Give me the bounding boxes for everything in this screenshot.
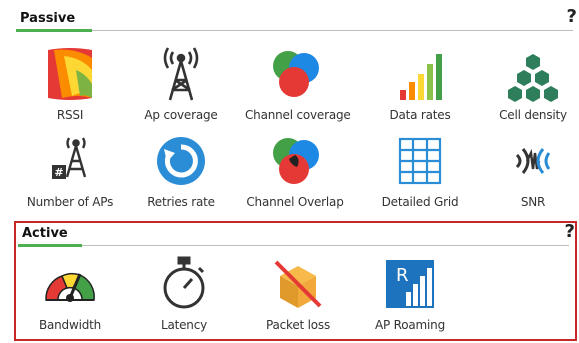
active-title: Active — [22, 226, 68, 241]
tool-snr-label: SNR — [520, 195, 546, 209]
tool-detailed-grid[interactable]: Detailed Grid — [370, 131, 470, 209]
stopwatch-icon — [154, 254, 214, 314]
speedometer-icon — [40, 254, 100, 314]
tool-cell-density[interactable]: Cell density — [483, 44, 579, 122]
passive-help-icon[interactable]: ? — [567, 6, 577, 27]
tool-rssi[interactable]: RSSI — [20, 44, 120, 122]
tool-bandwidth[interactable]: Bandwidth — [20, 254, 120, 332]
tool-latency-label: Latency — [160, 318, 208, 332]
ap-tower-icon — [151, 44, 211, 104]
tool-retries-rate[interactable]: Retries rate — [131, 131, 231, 209]
active-section-header: Active ? — [14, 221, 575, 247]
tool-data-rates-label: Data rates — [389, 108, 451, 122]
bar-rates-icon — [390, 44, 450, 104]
tool-bandwidth-label: Bandwidth — [38, 318, 102, 332]
passive-underline — [16, 29, 92, 32]
tool-channel-coverage[interactable]: Channel coverage — [245, 44, 351, 122]
tool-snr[interactable]: SNR — [483, 131, 579, 209]
tool-channel-coverage-label: Channel coverage — [245, 108, 351, 122]
snr-wave-icon — [503, 131, 563, 191]
tool-ap-roaming[interactable]: R AP Roaming — [360, 254, 460, 332]
channel-overlap-icon — [265, 131, 325, 191]
tool-packet-loss[interactable]: Packet loss — [248, 254, 348, 332]
passive-divider — [92, 30, 573, 31]
roaming-icon: R — [380, 254, 440, 314]
tool-ap-coverage[interactable]: Ap coverage — [131, 44, 231, 122]
hexagon-cells-icon — [503, 44, 563, 104]
tool-channel-overlap[interactable]: Channel Overlap — [245, 131, 345, 209]
tool-number-of-aps-label: Number of APs — [26, 195, 114, 209]
tool-ap-coverage-label: Ap coverage — [144, 108, 218, 122]
active-underline — [18, 244, 82, 247]
channel-circles-icon — [265, 44, 325, 104]
tool-number-of-aps[interactable]: # Number of APs — [20, 131, 120, 209]
crossed-box-icon — [268, 254, 328, 314]
tool-packet-loss-label: Packet loss — [265, 318, 331, 332]
active-divider — [82, 245, 569, 246]
tool-cell-density-label: Cell density — [499, 108, 567, 122]
tool-channel-overlap-label: Channel Overlap — [246, 195, 344, 209]
passive-section-header: Passive ? — [12, 6, 579, 32]
passive-title: Passive — [20, 11, 76, 26]
tool-retries-rate-label: Retries rate — [147, 195, 215, 209]
ap-count-badge: # — [54, 166, 63, 179]
tool-latency[interactable]: Latency — [134, 254, 234, 332]
roaming-letter: R — [396, 265, 409, 286]
tool-ap-roaming-label: AP Roaming — [374, 318, 445, 332]
active-help-icon[interactable]: ? — [565, 221, 575, 242]
tool-rssi-label: RSSI — [56, 108, 84, 122]
tool-data-rates[interactable]: Data rates — [370, 44, 470, 122]
rssi-heatmap-icon — [40, 44, 100, 104]
grid-icon — [390, 131, 450, 191]
ap-count-icon: # — [40, 131, 100, 191]
retry-arrow-icon — [151, 131, 211, 191]
tool-detailed-grid-label: Detailed Grid — [381, 195, 459, 209]
